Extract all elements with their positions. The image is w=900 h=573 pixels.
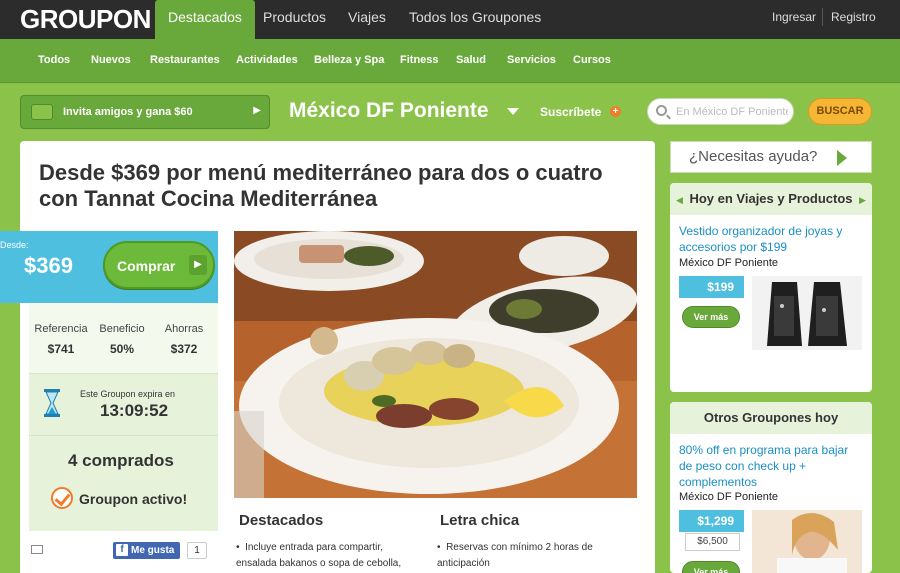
- category-belleza-spa[interactable]: Belleza y Spa: [314, 54, 384, 66]
- sidebar-deal-1-location: México DF Poniente: [679, 257, 779, 269]
- email-share-icon[interactable]: [31, 545, 43, 554]
- check-icon: [51, 487, 73, 509]
- tab-viajes[interactable]: Viajes: [335, 0, 399, 39]
- fine-print-item: • Reservas con mínimo 2 horas de anticip…: [437, 542, 593, 569]
- deal-price: $369: [24, 253, 73, 278]
- sidebar-deal-1-price: $199: [679, 276, 744, 298]
- deal-stats: [29, 303, 218, 373]
- countdown-timer: 13:09:52: [100, 401, 169, 420]
- highlight-item: • Incluye entrada para compartir, ensala…: [236, 542, 402, 569]
- chevron-right-icon: ▶: [189, 255, 207, 275]
- search-icon: [656, 105, 667, 116]
- category-cursos[interactable]: Cursos: [573, 54, 611, 66]
- stat-label-ahorras: Ahorras: [164, 323, 204, 335]
- deal-title: Desde $369 por menú mediterráneo para do…: [39, 160, 603, 211]
- sidebar-deal-2-price: $1,299: [679, 510, 744, 532]
- fine-print-heading: Letra chica: [440, 512, 520, 529]
- register-link[interactable]: Registro: [831, 10, 876, 24]
- deal-photo: [234, 231, 637, 498]
- hourglass-icon: [44, 389, 60, 417]
- facebook-icon: f: [116, 544, 128, 556]
- chevron-right-icon: ▶: [253, 105, 261, 116]
- sidebar-deal-2-more-button[interactable]: Ver más: [682, 561, 740, 573]
- header-divider: [822, 8, 823, 26]
- highlights-heading: Destacados: [239, 512, 324, 529]
- buy-label: Comprar: [117, 258, 176, 274]
- chevron-down-icon[interactable]: [507, 108, 519, 115]
- stat-value-referencia: $741: [47, 342, 75, 356]
- sidebar-deal-2-title[interactable]: 80% off en programa para bajar de peso c…: [679, 442, 864, 490]
- deal-active-label: Groupon activo!: [79, 491, 188, 507]
- search-input[interactable]: En México DF Poniente: [647, 98, 794, 125]
- money-icon: [31, 104, 53, 120]
- stat-value-beneficio: 50%: [109, 342, 135, 356]
- expires-label: Este Groupon expira en: [80, 389, 176, 399]
- category-restaurantes[interactable]: Restaurantes: [150, 54, 220, 66]
- buy-button[interactable]: Comprar ▶: [103, 241, 215, 289]
- login-link[interactable]: Ingresar: [772, 10, 816, 24]
- purchase-status-box: [29, 435, 218, 531]
- stat-value-ahorras: $372: [170, 342, 198, 356]
- category-fitness[interactable]: Fitness: [400, 54, 439, 66]
- desde-label: Desde:: [0, 240, 29, 250]
- category-actividades[interactable]: Actividades: [236, 54, 298, 66]
- facebook-like-button[interactable]: f Me gusta: [113, 542, 180, 559]
- search-button[interactable]: BUSCAR: [808, 98, 872, 125]
- fine-print-text: Reservas con mínimo 2 horas de anticipac…: [437, 542, 593, 569]
- tab-productos[interactable]: Productos: [250, 0, 339, 39]
- invite-label: Invita amigos y gana $60: [63, 106, 193, 118]
- invite-friends-button[interactable]: Invita amigos y gana $60 ▶: [20, 95, 270, 129]
- chevron-left-icon[interactable]: ◀: [676, 195, 683, 206]
- woman-smiling-image[interactable]: [752, 510, 862, 573]
- facebook-like-count: 1: [187, 542, 207, 559]
- sidebar-deal-1-title[interactable]: Vestido organizador de joyas y accesorio…: [679, 223, 864, 255]
- stat-label-beneficio: Beneficio: [99, 323, 145, 335]
- category-todos[interactable]: Todos: [38, 54, 70, 66]
- sidebar-deal-2-location: México DF Poniente: [679, 491, 779, 503]
- sidebar-deal-1-more-button[interactable]: Ver más: [682, 306, 740, 328]
- highlight-text: Incluye entrada para compartir, ensalada…: [236, 542, 402, 569]
- facebook-like-label: Me gusta: [131, 545, 175, 556]
- today-card-title-text: Hoy en Viajes y Productos: [689, 191, 853, 206]
- jewelry-dress-image[interactable]: [752, 276, 862, 350]
- chevron-right-icon[interactable]: ▶: [859, 195, 866, 206]
- other-groupons-title: Otros Groupones hoy: [670, 402, 872, 434]
- bought-count: 4 comprados: [68, 451, 174, 470]
- search-placeholder: En México DF Poniente: [676, 106, 788, 118]
- play-arrow-icon: [837, 150, 847, 166]
- category-salud[interactable]: Salud: [456, 54, 486, 66]
- sidebar-deal-2-original-price: $6,500: [685, 533, 740, 551]
- category-servicios[interactable]: Servicios: [507, 54, 556, 66]
- tab-destacados[interactable]: Destacados: [155, 0, 255, 41]
- today-card-title: Hoy en Viajes y Productos: [670, 183, 872, 215]
- tab-todos-los-groupones[interactable]: Todos los Groupones: [396, 0, 554, 39]
- other-groupons-title-text: Otros Groupones hoy: [703, 410, 839, 425]
- groupon-logo[interactable]: GROUPON: [20, 4, 151, 35]
- plus-icon[interactable]: +: [610, 106, 621, 117]
- city-selector[interactable]: México DF Poniente: [289, 99, 489, 123]
- category-nuevos[interactable]: Nuevos: [91, 54, 131, 66]
- help-label: ¿Necesitas ayuda?: [689, 148, 818, 165]
- subscribe-link[interactable]: Suscríbete: [540, 105, 601, 119]
- stat-label-referencia: Referencia: [34, 323, 88, 335]
- category-nav: [0, 39, 900, 83]
